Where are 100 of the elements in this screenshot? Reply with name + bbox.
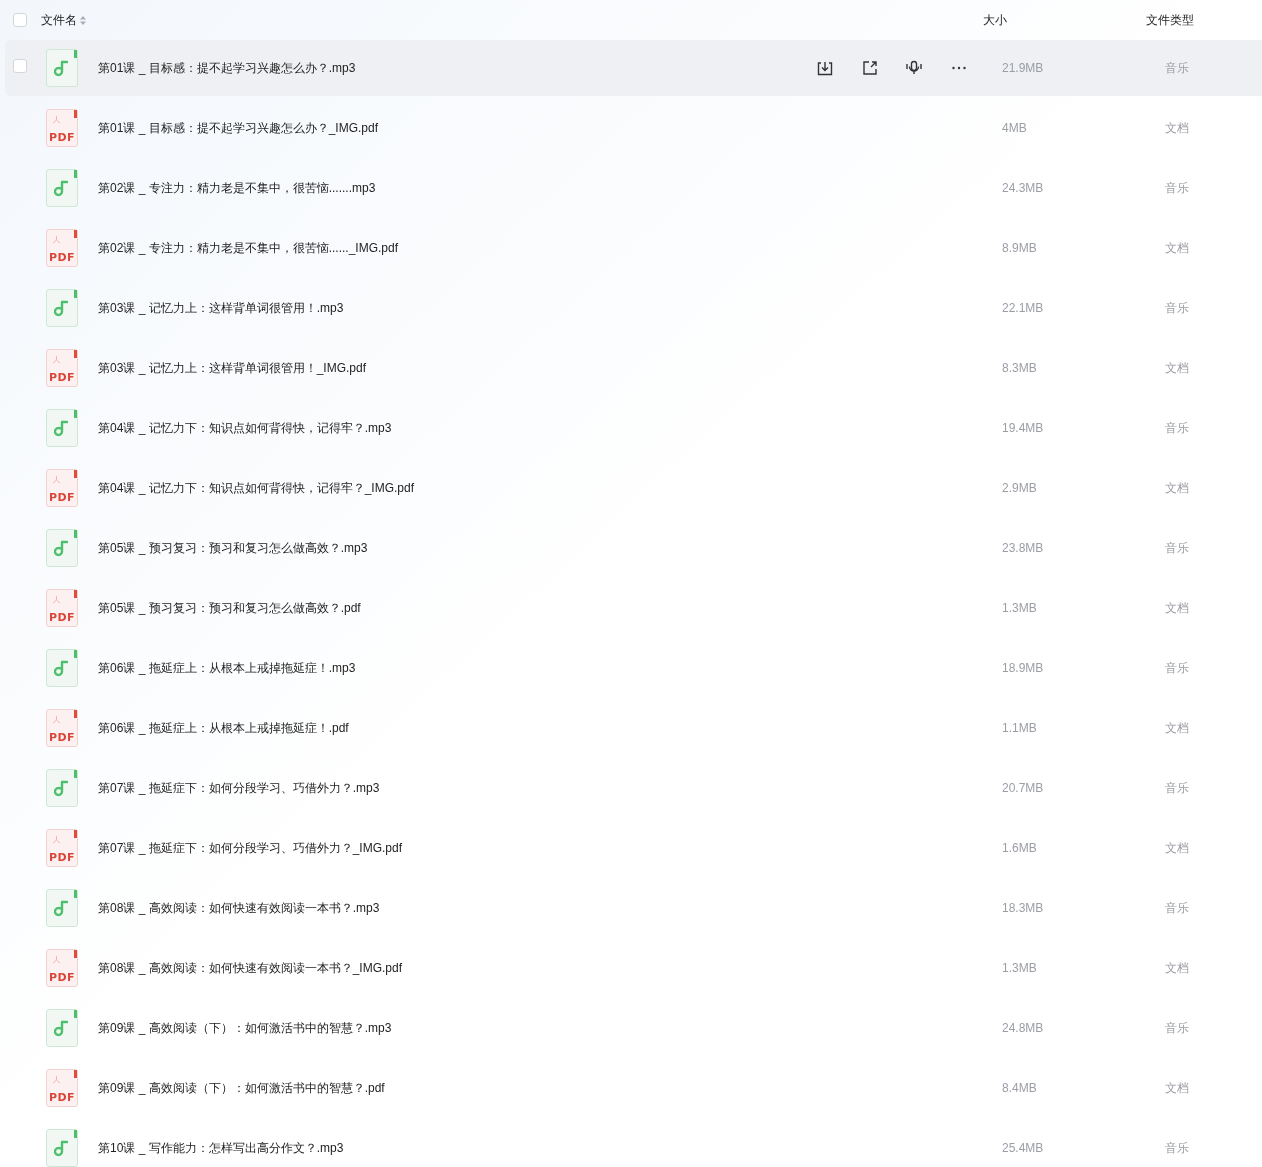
pdf-file-icon: PDF xyxy=(46,109,78,147)
audio-file-icon xyxy=(46,1009,78,1047)
file-size: 22.1MB xyxy=(1002,300,1045,317)
file-name[interactable]: 第02课 _ 专注力：精力老是不集中，很苦恼.......mp3 xyxy=(98,179,376,197)
file-type: 音乐 xyxy=(1165,1140,1190,1157)
file-row[interactable]: 第01课 _ 目标感：提不起学习兴趣怎么办？.mp3 21.9MB 音乐 xyxy=(5,40,1262,96)
column-header: 大小 xyxy=(983,12,1007,29)
file-row[interactable]: PDF 第08课 _ 高效阅读：如何快速有效阅读一本书？_IMG.pdf 1.3MB 文档 xyxy=(5,940,1262,996)
file-row[interactable]: PDF 第05课 _ 预习复习：预习和复习怎么做高效？.pdf 1.3MB 文档 xyxy=(5,580,1262,636)
file-row[interactable]: PDF 第07课 _ 拖延症下：如何分段学习、巧借外力？_IMG.pdf 1.6MB 文档 xyxy=(5,820,1262,876)
column-header: 文件类型 xyxy=(1146,12,1194,29)
file-size: 1.3MB xyxy=(1002,600,1038,617)
file-type: 音乐 xyxy=(1165,1020,1190,1037)
audio-file-icon xyxy=(46,769,78,807)
file-size: 1.3MB xyxy=(1002,960,1038,977)
file-name[interactable]: 第07课 _ 拖延症下：如何分段学习、巧借外力？.mp3 xyxy=(98,779,380,797)
file-size: 8.3MB xyxy=(1002,360,1038,377)
file-size: 2.9MB xyxy=(1002,480,1038,497)
file-name[interactable]: 第10课 _ 写作能力：怎样写出高分作文？.mp3 xyxy=(98,1139,344,1157)
file-size: 20.7MB xyxy=(1002,780,1045,797)
download-icon[interactable] xyxy=(816,59,834,77)
file-type: 文档 xyxy=(1165,120,1190,137)
file-name[interactable]: 第04课 _ 记忆力下：知识点如何背得快，记得牢？.mp3 xyxy=(98,419,392,437)
file-row[interactable]: 第09课 _ 高效阅读（下）：如何激活书中的智慧？.mp3 24.8MB 音乐 xyxy=(5,1000,1262,1056)
file-size: 8.4MB xyxy=(1002,1080,1038,1097)
file-name[interactable]: 第01课 _ 目标感：提不起学习兴趣怎么办？_IMG.pdf xyxy=(98,119,379,137)
file-name[interactable]: 第06课 _ 拖延症上：从根本上戒掉拖延症！.mp3 xyxy=(98,659,356,677)
file-type: 音乐 xyxy=(1165,180,1190,197)
file-size: 19.4MB xyxy=(1002,420,1045,437)
file-size: 1.1MB xyxy=(1002,720,1038,737)
file-type: 音乐 xyxy=(1165,780,1190,797)
file-name[interactable]: 第05课 _ 预习复习：预习和复习怎么做高效？.mp3 xyxy=(98,539,368,557)
file-size: 23.8MB xyxy=(1002,540,1045,557)
file-row[interactable]: PDF 第06课 _ 拖延症上：从根本上戒掉拖延症！.pdf 1.1MB 文档 xyxy=(5,700,1262,756)
microphone-icon[interactable] xyxy=(905,59,924,77)
file-size: 18.3MB xyxy=(1002,900,1045,917)
share-icon[interactable] xyxy=(860,59,879,77)
file-row[interactable]: PDF 第03课 _ 记忆力上：这样背单词很管用！_IMG.pdf 8.3MB 文档 xyxy=(5,340,1262,396)
select-all-checkbox[interactable] xyxy=(13,13,27,27)
file-size: 24.8MB xyxy=(1002,1020,1045,1037)
file-name[interactable]: 第06课 _ 拖延症上：从根本上戒掉拖延症！.pdf xyxy=(98,719,349,737)
file-row[interactable]: 第06课 _ 拖延症上：从根本上戒掉拖延症！.mp3 18.9MB 音乐 xyxy=(5,640,1262,696)
audio-file-icon xyxy=(46,289,78,327)
audio-file-icon xyxy=(46,1129,78,1167)
file-row[interactable]: 第05课 _ 预习复习：预习和复习怎么做高效？.mp3 23.8MB 音乐 xyxy=(5,520,1262,576)
file-row[interactable]: 第03课 _ 记忆力上：这样背单词很管用！.mp3 22.1MB 音乐 xyxy=(5,280,1262,336)
file-type: 音乐 xyxy=(1165,300,1190,317)
file-name[interactable]: 第04课 _ 记忆力下：知识点如何背得快，记得牢？_IMG.pdf xyxy=(98,479,415,497)
file-name[interactable]: 第09课 _ 高效阅读（下）：如何激活书中的智慧？.mp3 xyxy=(98,1019,392,1037)
file-row[interactable]: PDF 第02课 _ 专注力：精力老是不集中，很苦恼......_IMG.pdf 8.9MB 文档 xyxy=(5,220,1262,276)
file-name[interactable]: 第08课 _ 高效阅读：如何快速有效阅读一本书？.mp3 xyxy=(98,899,380,917)
file-size: 4MB xyxy=(1002,120,1028,137)
audio-file-icon xyxy=(46,649,78,687)
row-checkbox[interactable] xyxy=(13,59,27,73)
file-row[interactable]: 第07课 _ 拖延症下：如何分段学习、巧借外力？.mp3 20.7MB 音乐 xyxy=(5,760,1262,816)
file-name[interactable]: 第08课 _ 高效阅读：如何快速有效阅读一本书？_IMG.pdf xyxy=(98,959,403,977)
file-size: 18.9MB xyxy=(1002,660,1045,677)
audio-file-icon xyxy=(46,169,78,207)
audio-file-icon xyxy=(46,889,78,927)
audio-file-icon xyxy=(46,529,78,567)
file-size: 8.9MB xyxy=(1002,240,1038,257)
file-row[interactable]: 第08课 _ 高效阅读：如何快速有效阅读一本书？.mp3 18.3MB 音乐 xyxy=(5,880,1262,936)
column-header[interactable]: 文件名 xyxy=(41,11,77,29)
file-type: 文档 xyxy=(1165,600,1190,617)
audio-file-icon xyxy=(46,409,78,447)
file-type: 音乐 xyxy=(1165,900,1190,917)
file-row[interactable]: PDF 第04课 _ 记忆力下：知识点如何背得快，记得牢？_IMG.pdf 2.9MB 文档 xyxy=(5,460,1262,516)
file-name[interactable]: 第01课 _ 目标感：提不起学习兴趣怎么办？.mp3 xyxy=(98,59,356,77)
file-name[interactable]: 第09课 _ 高效阅读（下）：如何激活书中的智慧？.pdf xyxy=(98,1079,385,1097)
file-type: 音乐 xyxy=(1165,540,1190,557)
audio-file-icon xyxy=(46,49,78,87)
file-type: 文档 xyxy=(1165,1080,1190,1097)
file-type: 文档 xyxy=(1165,840,1190,857)
file-size: 25.4MB xyxy=(1002,1140,1045,1157)
pdf-file-icon: PDF xyxy=(46,349,78,387)
file-type: 文档 xyxy=(1165,360,1190,377)
file-type: 音乐 xyxy=(1165,660,1190,677)
file-size: 1.6MB xyxy=(1002,840,1038,857)
pdf-file-icon: PDF xyxy=(46,829,78,867)
file-row[interactable]: PDF 第01课 _ 目标感：提不起学习兴趣怎么办？_IMG.pdf 4MB 文档 xyxy=(5,100,1262,156)
file-type: 文档 xyxy=(1165,240,1190,257)
file-row[interactable]: PDF 第09课 _ 高效阅读（下）：如何激活书中的智慧？.pdf 8.4MB 文档 xyxy=(5,1060,1262,1116)
file-name[interactable]: 第02课 _ 专注力：精力老是不集中，很苦恼......_IMG.pdf xyxy=(98,239,399,257)
file-name[interactable]: 第05课 _ 预习复习：预习和复习怎么做高效？.pdf xyxy=(98,599,361,617)
file-name[interactable]: 第03课 _ 记忆力上：这样背单词很管用！.mp3 xyxy=(98,299,344,317)
file-type: 文档 xyxy=(1165,720,1190,737)
file-row[interactable]: 第02课 _ 专注力：精力老是不集中，很苦恼.......mp3 24.3MB 音乐 xyxy=(5,160,1262,216)
pdf-file-icon: PDF xyxy=(46,709,78,747)
pdf-file-icon: PDF xyxy=(46,589,78,627)
file-row[interactable]: 第10课 _ 写作能力：怎样写出高分作文？.mp3 25.4MB 音乐 xyxy=(5,1120,1262,1167)
pdf-file-icon: PDF xyxy=(46,1069,78,1107)
file-row[interactable]: 第04课 _ 记忆力下：知识点如何背得快，记得牢？.mp3 19.4MB 音乐 xyxy=(5,400,1262,456)
file-size: 24.3MB xyxy=(1002,180,1045,197)
file-type: 音乐 xyxy=(1165,60,1190,77)
pdf-file-icon: PDF xyxy=(46,229,78,267)
file-type: 文档 xyxy=(1165,480,1190,497)
file-name[interactable]: 第07课 _ 拖延症下：如何分段学习、巧借外力？_IMG.pdf xyxy=(98,839,403,857)
file-size: 21.9MB xyxy=(1002,60,1045,77)
file-name[interactable]: 第03课 _ 记忆力上：这样背单词很管用！_IMG.pdf xyxy=(98,359,367,377)
pdf-file-icon: PDF xyxy=(46,949,78,987)
